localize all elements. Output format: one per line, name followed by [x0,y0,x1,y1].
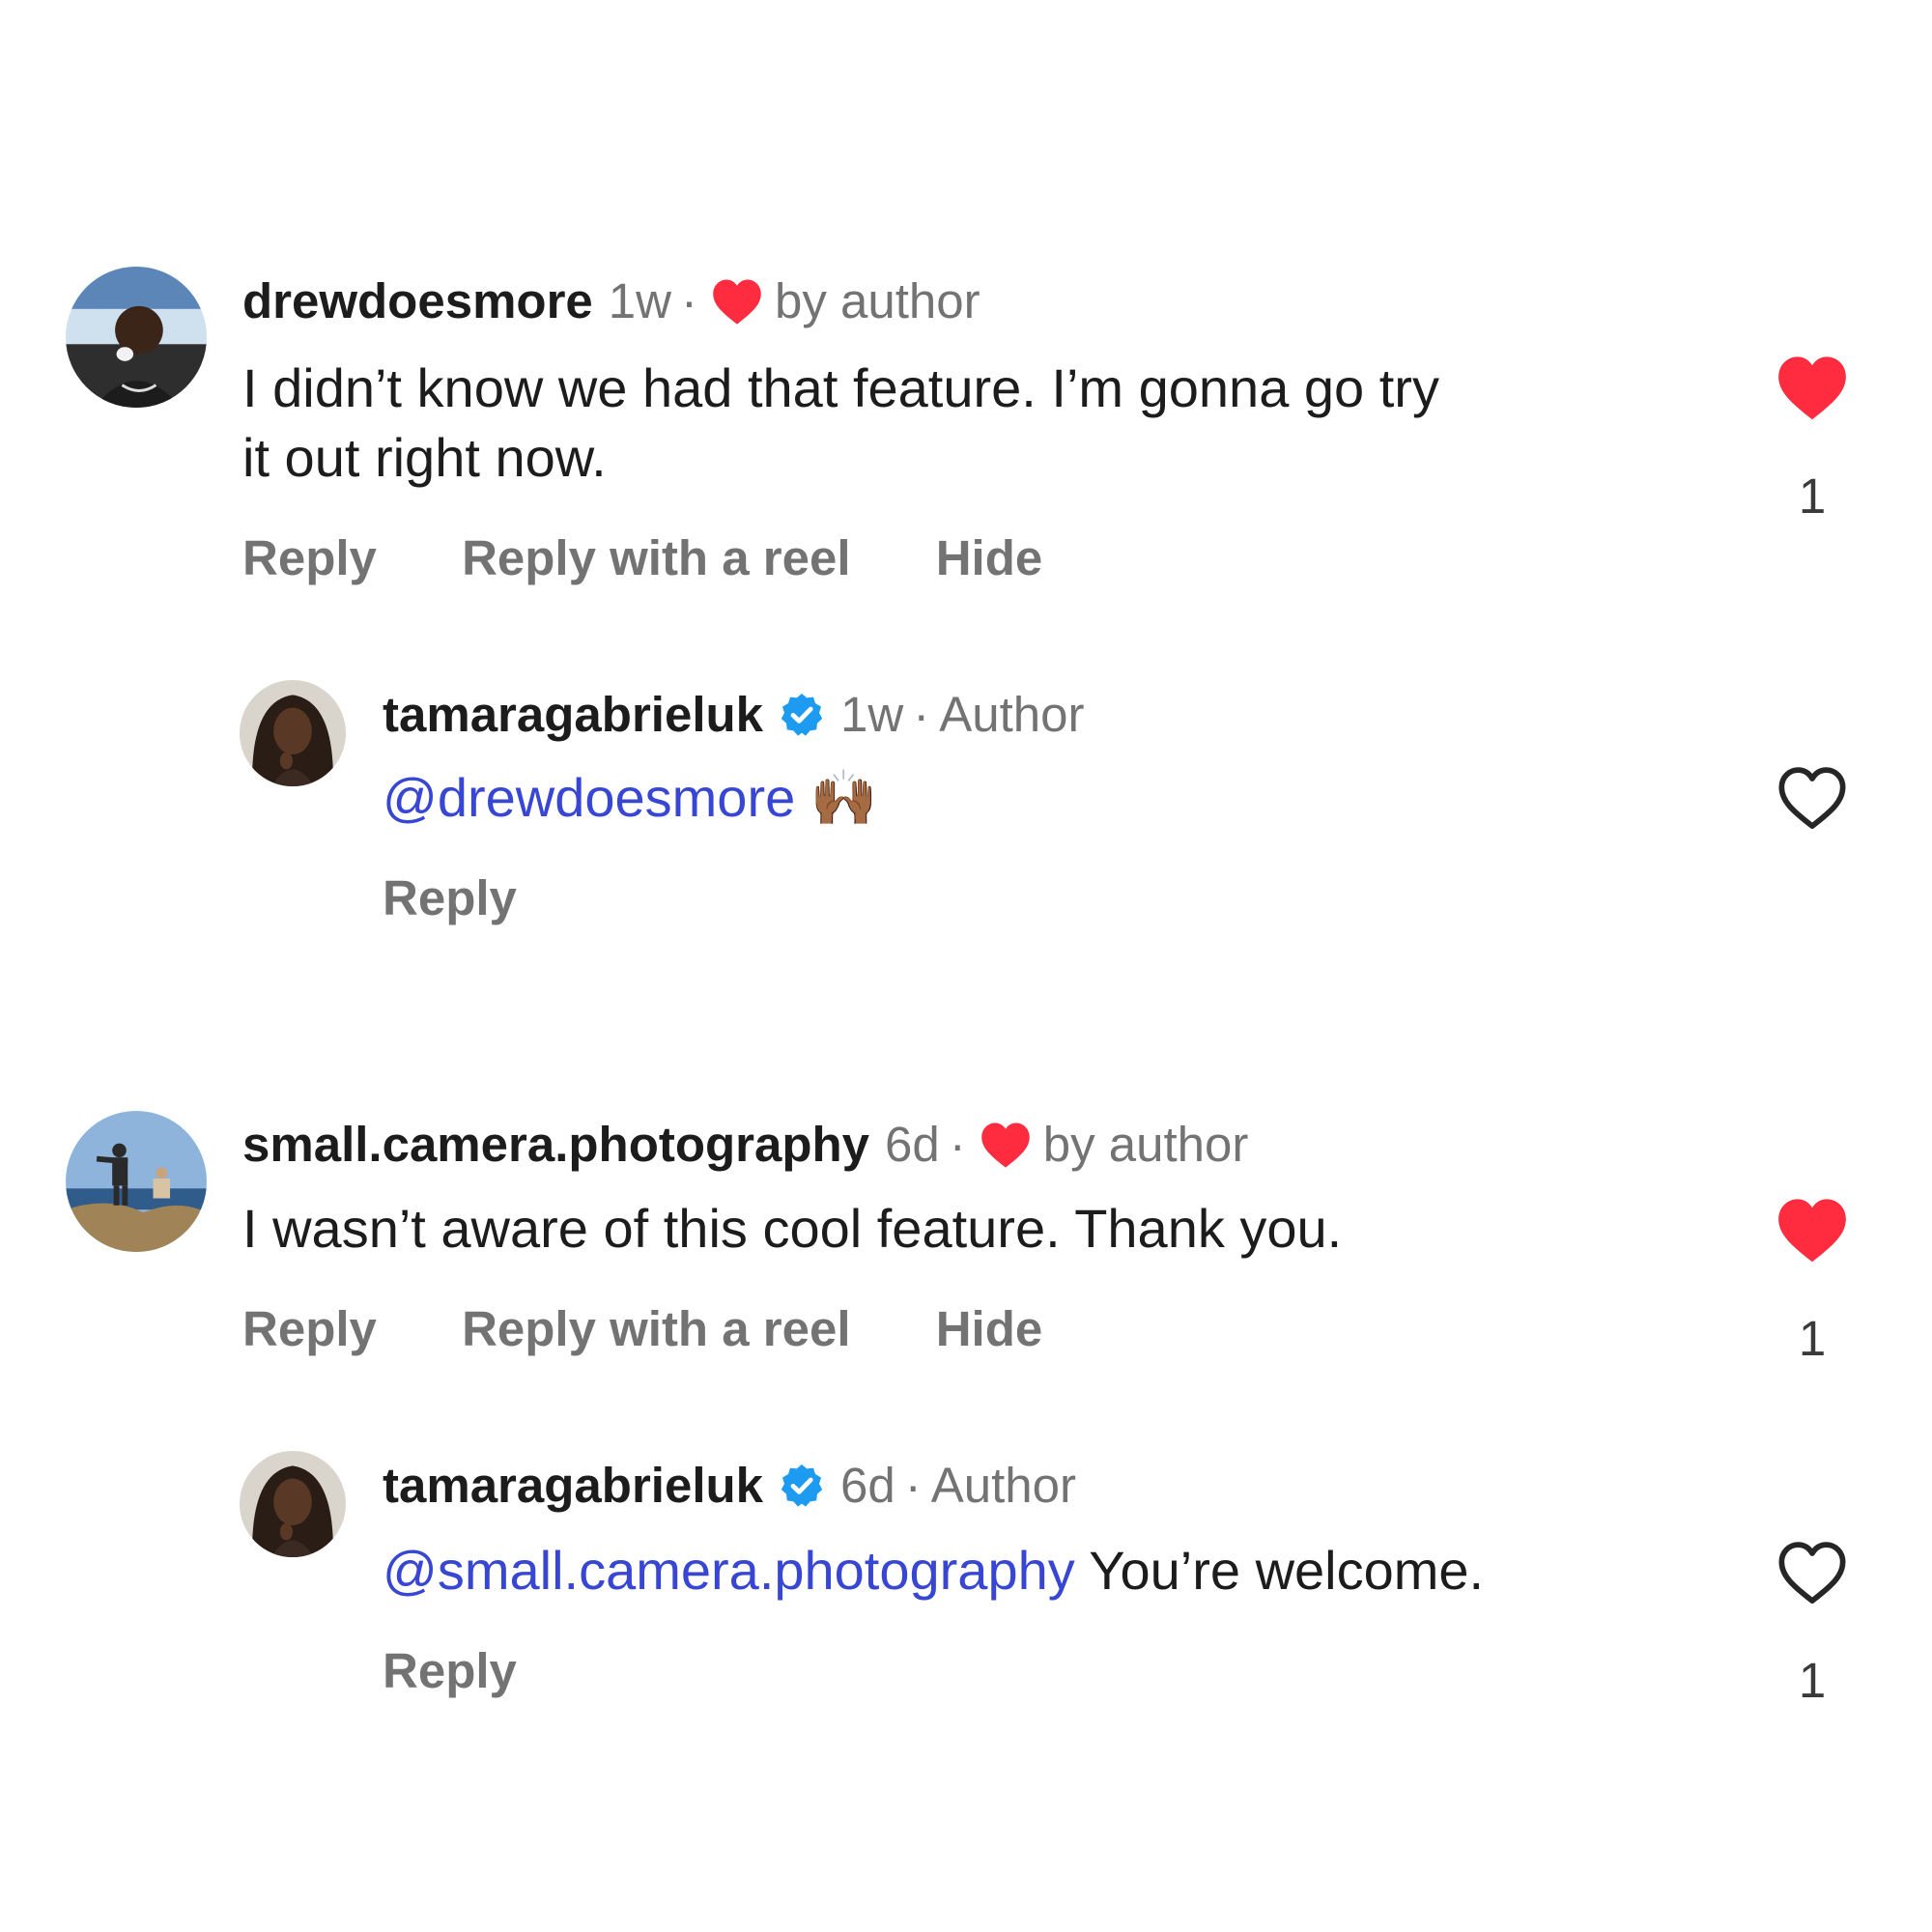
like-button[interactable] [1776,1538,1849,1605]
heart-filled-icon [1778,356,1846,420]
heart-filled-icon [1778,1199,1846,1263]
hide-button[interactable]: Hide [936,529,1043,587]
comment-actions: Reply Reply with a reel Hide [242,1300,1114,1358]
reply-time: 6d [840,1458,895,1513]
reply-button[interactable]: Reply [242,1300,377,1358]
like-count: 1 [1798,469,1827,524]
avatar[interactable] [240,680,346,786]
verified-badge-icon [781,1464,823,1507]
reply-time: 1w [840,687,904,742]
avatar[interactable] [240,1451,346,1557]
heart-outline-icon [1778,1542,1846,1604]
meta-separator: · [904,1458,922,1513]
comment-username[interactable]: small.camera.photography [242,1116,869,1174]
like-button[interactable] [1776,763,1849,831]
reply-text-body: You’re welcome. [1074,1540,1485,1601]
like-button[interactable] [1776,1196,1849,1264]
like-count: 1 [1798,1311,1827,1366]
avatar-photo-icon [66,1111,207,1252]
author-tag: Author [939,687,1085,742]
reply-actions: Reply [383,1642,588,1700]
meta-separator: · [949,1117,966,1172]
heart-icon [713,279,761,325]
reply-text: @small.camera.photography You’re welcome… [383,1536,1484,1605]
comment-meta: drewdoesmore 1w · by author [242,272,980,330]
hide-button[interactable]: Hide [936,1300,1043,1358]
avatar[interactable] [66,267,207,408]
reply-button[interactable]: Reply [383,1642,517,1700]
avatar[interactable] [66,1111,207,1252]
like-count: 1 [1798,1653,1827,1708]
reply-username[interactable]: tamaragabrieluk [383,686,763,744]
reply-username[interactable]: tamaragabrieluk [383,1457,763,1515]
reply-actions: Reply [383,869,588,927]
comment-actions: Reply Reply with a reel Hide [242,529,1114,587]
like-button[interactable] [1776,354,1849,421]
comment-time: 1w [608,273,671,328]
comment-username[interactable]: drewdoesmore [242,272,593,330]
comment-text: I wasn’t aware of this cool feature. Tha… [242,1194,1342,1264]
reply-with-reel-button[interactable]: Reply with a reel [462,529,850,587]
reply-button[interactable]: Reply [242,529,377,587]
comment-meta: small.camera.photography 6d · by author [242,1116,1248,1174]
mention-link[interactable]: @drewdoesmore [383,767,795,828]
comment-text-line: it out right now. [242,427,607,488]
avatar-photo-icon [66,267,207,408]
liked-by-author-label: by author [774,273,980,328]
verified-badge-icon [781,694,823,736]
mention-link[interactable]: @small.camera.photography [383,1540,1075,1601]
meta-separator: · [680,273,697,328]
comment-time: 6d [885,1117,940,1172]
comment-text: I didn’t know we had that feature. I’m g… [242,354,1439,493]
liked-by-author-label: by author [1042,1117,1249,1172]
reply-meta: tamaragabrieluk 1w · Author [383,686,1084,744]
meta-separator: · [913,687,930,742]
reply-with-reel-button[interactable]: Reply with a reel [462,1300,850,1358]
comment-text-line: I didn’t know we had that feature. I’m g… [242,357,1439,418]
reply-meta: tamaragabrieluk 6d · Author [383,1457,1076,1515]
comment-text-line: I wasn’t aware of this cool feature. Tha… [242,1198,1343,1259]
raising-hands-emoji: 🙌🏾 [810,767,878,830]
reply-text: @drewdoesmore 🙌🏾 [383,763,878,834]
reply-button[interactable]: Reply [383,869,517,927]
heart-outline-icon [1778,767,1846,829]
avatar-photo-icon [240,680,346,786]
avatar-photo-icon [240,1451,346,1557]
author-tag: Author [930,1458,1076,1513]
heart-icon [981,1122,1030,1168]
